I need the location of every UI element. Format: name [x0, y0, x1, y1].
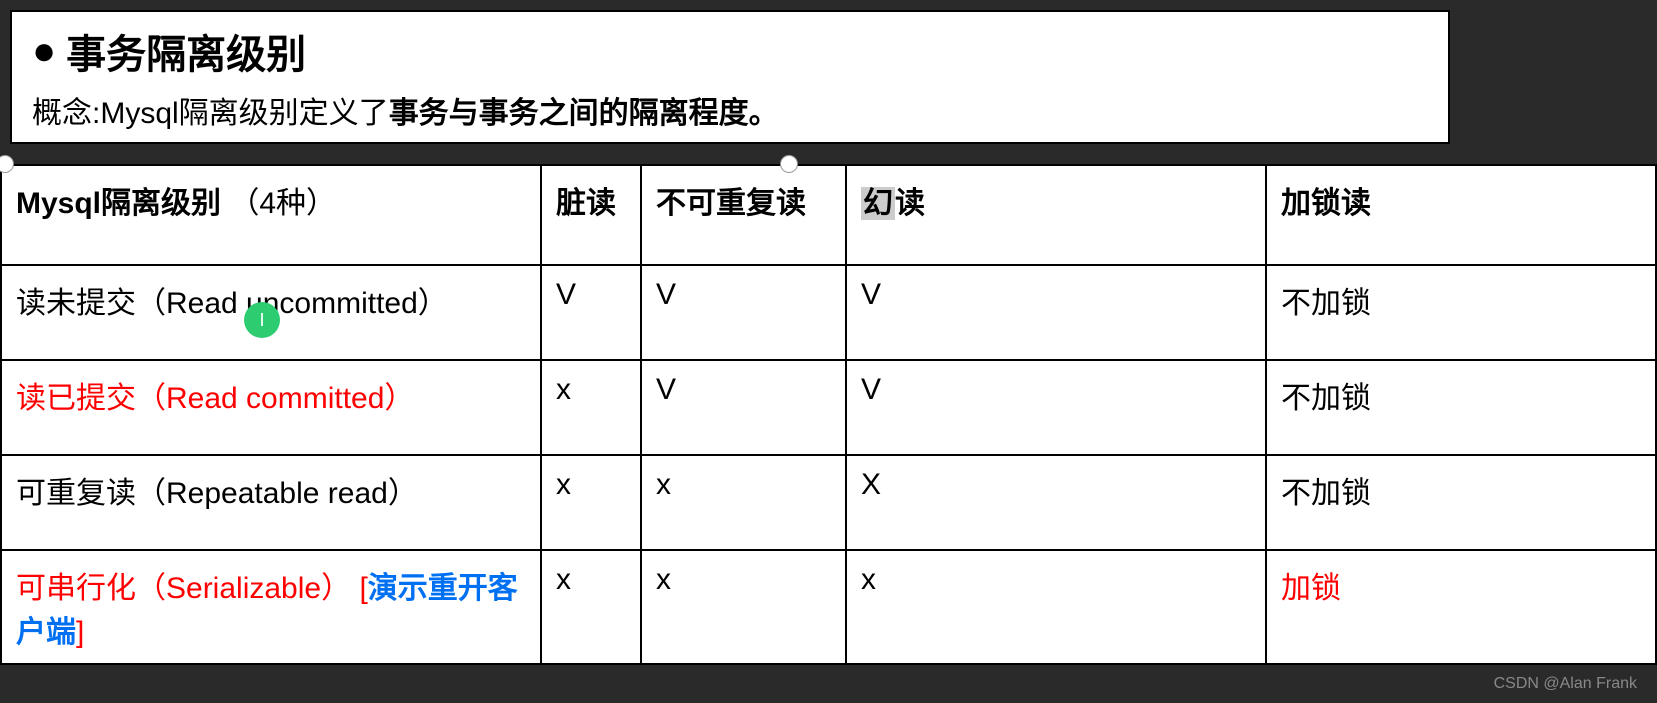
header-box: ● 事务隔离级别 概念:Mysql隔离级别定义了事务与事务之间的隔离程度。 — [10, 10, 1450, 144]
title-row: ● 事务隔离级别 — [32, 22, 1428, 80]
bracket-close: ] — [76, 616, 84, 649]
concept-line: 概念:Mysql隔离级别定义了事务与事务之间的隔离程度。 — [32, 88, 1428, 132]
isolation-table-wrap: I Mysql隔离级别 （4种） 脏读 不可重复读 幻读 加锁读 读未提交（Re… — [0, 164, 1657, 665]
table-row: 读已提交（Read committed） x V V 不加锁 — [1, 360, 1656, 455]
concept-bold: 事务与事务之间的隔离程度。 — [389, 97, 779, 130]
isolation-table: Mysql隔离级别 （4种） 脏读 不可重复读 幻读 加锁读 读未提交（Read… — [0, 164, 1657, 665]
cell-phantom: V — [846, 360, 1266, 455]
cell-level: 可重复读（Repeatable read） — [1, 455, 541, 550]
header-level: Mysql隔离级别 （4种） — [1, 165, 541, 265]
cell-phantom: X — [846, 455, 1266, 550]
cell-phantom: x — [846, 550, 1266, 664]
cell-dirty: x — [541, 550, 641, 664]
header-phantom-suffix: 读 — [895, 187, 925, 220]
cell-level: 可串行化（Serializable） [演示重开客户端] — [1, 550, 541, 664]
header-lock-read: 加锁读 — [1266, 165, 1656, 265]
cell-nonrepeat: V — [641, 265, 846, 360]
cell-nonrepeat: x — [641, 550, 846, 664]
header-phantom-read: 幻读 — [846, 165, 1266, 265]
cell-lock: 不加锁 — [1266, 265, 1656, 360]
table-row: 可串行化（Serializable） [演示重开客户端] x x x 加锁 — [1, 550, 1656, 664]
table-row: 可重复读（Repeatable read） x x X 不加锁 — [1, 455, 1656, 550]
cell-dirty: x — [541, 455, 641, 550]
cell-nonrepeat: x — [641, 455, 846, 550]
concept-prefix: 概念:Mysql隔离级别定义了 — [32, 97, 389, 130]
cell-lock: 不加锁 — [1266, 360, 1656, 455]
cell-dirty: x — [541, 360, 641, 455]
serializable-red: 可串行化（Serializable） — [16, 572, 351, 605]
header-phantom-highlight: 幻 — [861, 187, 895, 220]
cell-lock: 不加锁 — [1266, 455, 1656, 550]
bracket-open: [ — [359, 572, 367, 605]
resize-handle-top[interactable] — [780, 155, 798, 173]
header-nonrepeatable-read: 不可重复读 — [641, 165, 846, 265]
header-dirty-read: 脏读 — [541, 165, 641, 265]
table-header-row: Mysql隔离级别 （4种） 脏读 不可重复读 幻读 加锁读 — [1, 165, 1656, 265]
cell-level: 读已提交（Read committed） — [1, 360, 541, 455]
page-title: 事务隔离级别 — [66, 22, 306, 80]
cell-nonrepeat: V — [641, 360, 846, 455]
watermark: CSDN @Alan Frank — [1494, 675, 1637, 693]
cell-lock: 加锁 — [1266, 550, 1656, 664]
cursor-indicator-icon: I — [244, 302, 280, 338]
cell-dirty: V — [541, 265, 641, 360]
bullet-icon: ● — [32, 31, 56, 71]
header-level-main: Mysql隔离级别 — [16, 187, 221, 220]
header-level-sub: （4种） — [229, 187, 336, 220]
cell-phantom: V — [846, 265, 1266, 360]
